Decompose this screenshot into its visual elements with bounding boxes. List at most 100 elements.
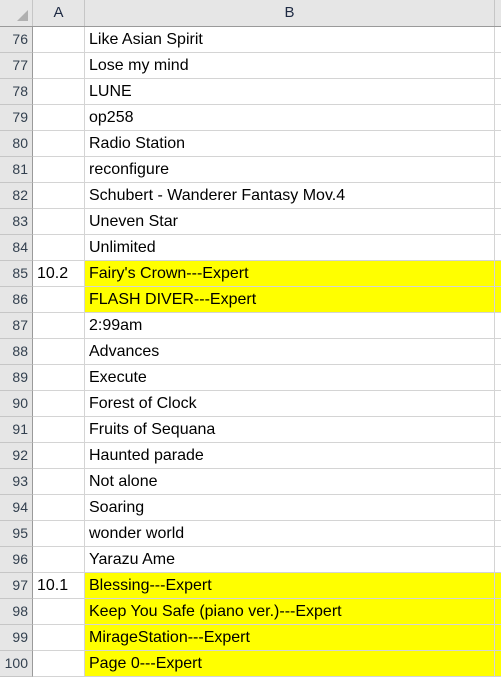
cell-b[interactable]: Fairy's Crown---Expert xyxy=(85,261,495,287)
cell-b[interactable]: Advances xyxy=(85,339,495,365)
row-header[interactable]: 80 xyxy=(0,131,33,157)
cell-a[interactable] xyxy=(33,287,85,313)
table-row[interactable]: 99 MirageStation---Expert xyxy=(0,625,501,651)
row-header[interactable]: 89 xyxy=(0,365,33,391)
column-header-c[interactable] xyxy=(495,0,501,26)
table-row[interactable]: 85 10.2 Fairy's Crown---Expert xyxy=(0,261,501,287)
cell-a[interactable] xyxy=(33,235,85,261)
row-header[interactable]: 83 xyxy=(0,209,33,235)
row-header[interactable]: 81 xyxy=(0,157,33,183)
row-header[interactable]: 85 xyxy=(0,261,33,287)
cell-a[interactable]: 10.1 xyxy=(33,573,85,599)
cell-b[interactable]: Execute xyxy=(85,365,495,391)
cell-b[interactable]: Forest of Clock xyxy=(85,391,495,417)
cell-b[interactable]: Schubert - Wanderer Fantasy Mov.4 xyxy=(85,183,495,209)
cell-b[interactable]: reconfigure xyxy=(85,157,495,183)
column-header-a[interactable]: A xyxy=(33,0,85,26)
cell-b[interactable]: Fruits of Sequana xyxy=(85,417,495,443)
cell-c[interactable] xyxy=(495,183,501,209)
cell-b[interactable]: Soaring xyxy=(85,495,495,521)
table-row[interactable]: 78 LUNE xyxy=(0,79,501,105)
row-header[interactable]: 95 xyxy=(0,521,33,547)
table-row[interactable]: 96 Yarazu Ame xyxy=(0,547,501,573)
cell-b[interactable]: wonder world xyxy=(85,521,495,547)
row-header[interactable]: 77 xyxy=(0,53,33,79)
table-row[interactable]: 93 Not alone xyxy=(0,469,501,495)
cell-c[interactable] xyxy=(495,625,501,651)
row-header[interactable]: 78 xyxy=(0,79,33,105)
cell-b[interactable]: op258 xyxy=(85,105,495,131)
row-header[interactable]: 97 xyxy=(0,573,33,599)
cell-c[interactable] xyxy=(495,157,501,183)
row-header[interactable]: 86 xyxy=(0,287,33,313)
column-header-b[interactable]: B xyxy=(85,0,495,26)
table-row[interactable]: 80 Radio Station xyxy=(0,131,501,157)
cell-b[interactable]: Radio Station xyxy=(85,131,495,157)
row-header[interactable]: 92 xyxy=(0,443,33,469)
cell-c[interactable] xyxy=(495,651,501,677)
table-row[interactable]: 94 Soaring xyxy=(0,495,501,521)
cell-a[interactable] xyxy=(33,521,85,547)
cell-c[interactable] xyxy=(495,547,501,573)
cell-a[interactable] xyxy=(33,365,85,391)
row-header[interactable]: 76 xyxy=(0,27,33,53)
row-header[interactable]: 94 xyxy=(0,495,33,521)
cell-c[interactable] xyxy=(495,313,501,339)
cell-a[interactable] xyxy=(33,391,85,417)
cell-b[interactable]: Blessing---Expert xyxy=(85,573,495,599)
cell-a[interactable] xyxy=(33,131,85,157)
cell-c[interactable] xyxy=(495,521,501,547)
cell-b[interactable]: Yarazu Ame xyxy=(85,547,495,573)
cell-a[interactable] xyxy=(33,79,85,105)
cell-b[interactable]: Uneven Star xyxy=(85,209,495,235)
table-row[interactable]: 89 Execute xyxy=(0,365,501,391)
cell-b[interactable]: Lose my mind xyxy=(85,53,495,79)
cell-c[interactable] xyxy=(495,53,501,79)
cell-b[interactable]: Not alone xyxy=(85,469,495,495)
cell-a[interactable] xyxy=(33,339,85,365)
row-header[interactable]: 87 xyxy=(0,313,33,339)
cell-c[interactable] xyxy=(495,209,501,235)
cell-b[interactable]: LUNE xyxy=(85,79,495,105)
cell-c[interactable] xyxy=(495,131,501,157)
row-header[interactable]: 100 xyxy=(0,651,33,677)
cell-c[interactable] xyxy=(495,105,501,131)
cell-b[interactable]: Like Asian Spirit xyxy=(85,27,495,53)
cell-a[interactable] xyxy=(33,27,85,53)
cell-a[interactable] xyxy=(33,53,85,79)
cell-c[interactable] xyxy=(495,79,501,105)
cell-c[interactable] xyxy=(495,599,501,625)
cell-c[interactable] xyxy=(495,27,501,53)
table-row[interactable]: 91 Fruits of Sequana xyxy=(0,417,501,443)
cell-a[interactable] xyxy=(33,417,85,443)
cell-a[interactable] xyxy=(33,469,85,495)
table-row[interactable]: 83 Uneven Star xyxy=(0,209,501,235)
row-header[interactable]: 96 xyxy=(0,547,33,573)
table-row[interactable]: 97 10.1 Blessing---Expert xyxy=(0,573,501,599)
cell-a[interactable] xyxy=(33,443,85,469)
cell-b[interactable]: Haunted parade xyxy=(85,443,495,469)
cell-a[interactable] xyxy=(33,599,85,625)
table-row[interactable]: 81 reconfigure xyxy=(0,157,501,183)
table-row[interactable]: 82 Schubert - Wanderer Fantasy Mov.4 xyxy=(0,183,501,209)
row-header[interactable]: 88 xyxy=(0,339,33,365)
cell-c[interactable] xyxy=(495,417,501,443)
cell-b[interactable]: Page 0---Expert xyxy=(85,651,495,677)
cell-b[interactable]: MirageStation---Expert xyxy=(85,625,495,651)
spreadsheet-grid[interactable]: A B 76 Like Asian Spirit 77 Lose my mind 78 L… xyxy=(0,0,501,680)
row-header[interactable]: 82 xyxy=(0,183,33,209)
cell-a[interactable] xyxy=(33,209,85,235)
cell-a[interactable] xyxy=(33,105,85,131)
cell-c[interactable] xyxy=(495,235,501,261)
cell-c[interactable] xyxy=(495,495,501,521)
table-row[interactable]: 95 wonder world xyxy=(0,521,501,547)
row-header[interactable]: 99 xyxy=(0,625,33,651)
row-header[interactable]: 90 xyxy=(0,391,33,417)
row-header[interactable]: 91 xyxy=(0,417,33,443)
table-row[interactable]: 100 Page 0---Expert xyxy=(0,651,501,677)
table-row[interactable]: 88 Advances xyxy=(0,339,501,365)
cell-a[interactable] xyxy=(33,651,85,677)
cell-a[interactable] xyxy=(33,625,85,651)
table-row[interactable]: 92 Haunted parade xyxy=(0,443,501,469)
cell-b[interactable]: Keep You Safe (piano ver.)---Expert xyxy=(85,599,495,625)
